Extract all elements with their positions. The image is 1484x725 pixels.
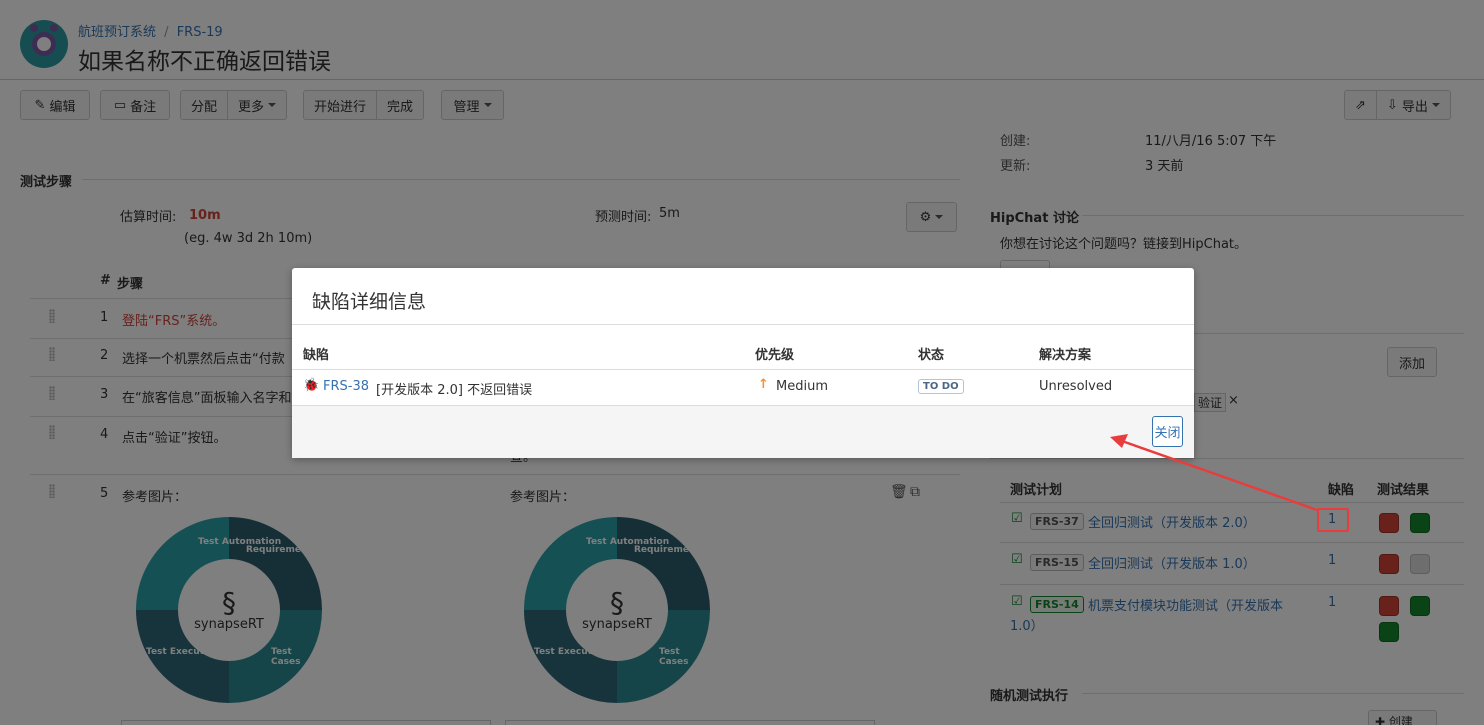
annotation-arrow bbox=[1110, 434, 1318, 512]
